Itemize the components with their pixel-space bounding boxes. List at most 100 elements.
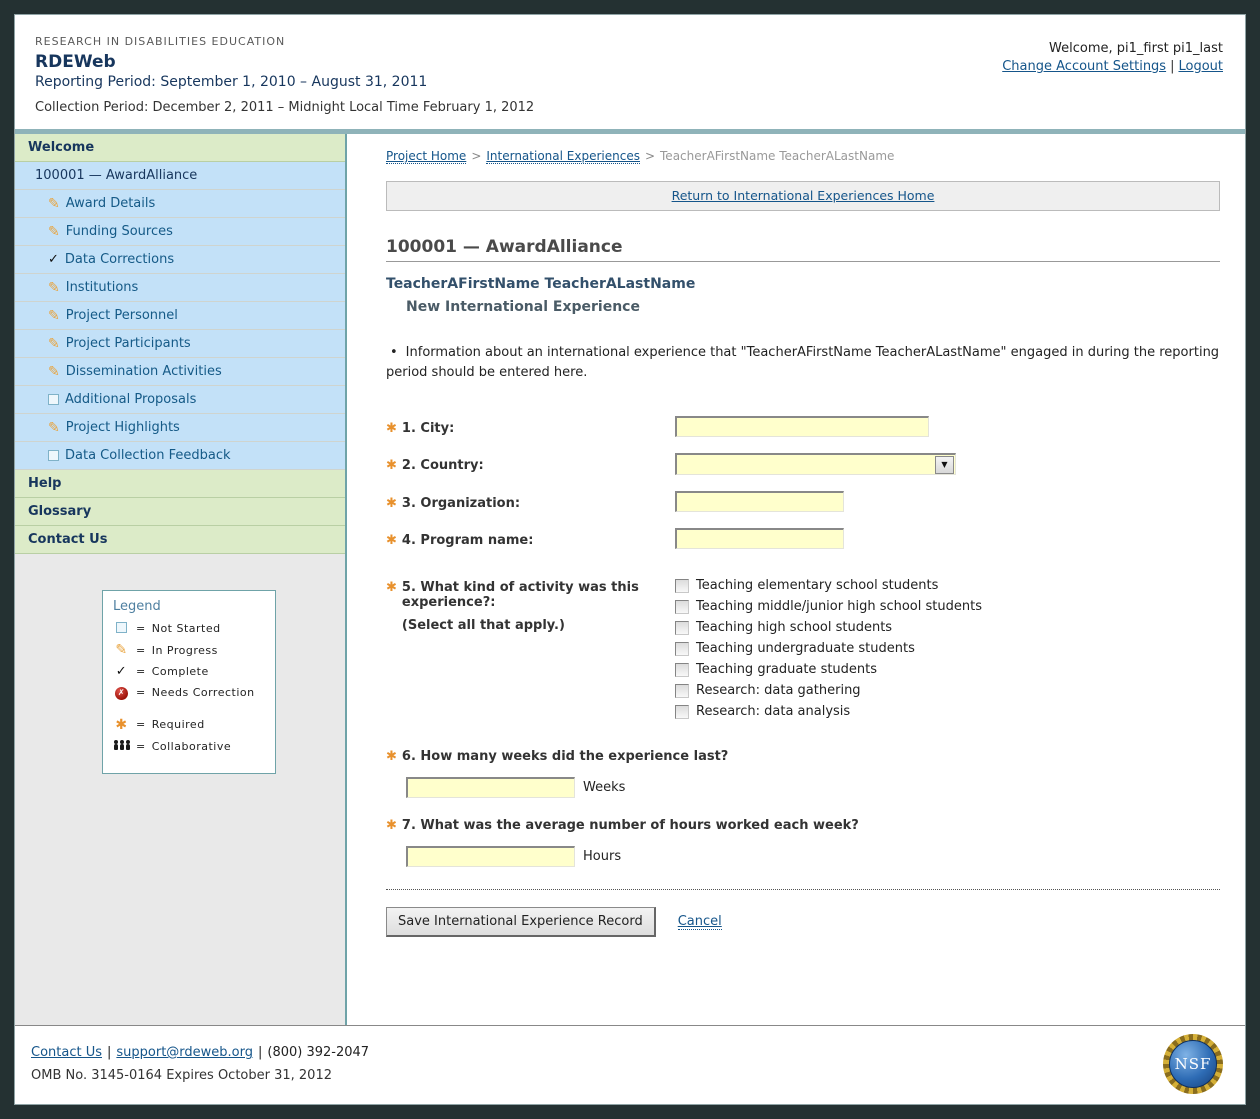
sidebar-item-award-details[interactable]: ✎ Award Details xyxy=(15,190,345,218)
activity-checkbox[interactable] xyxy=(675,599,689,614)
activity-checkbox[interactable] xyxy=(675,683,689,698)
legend-item-required: ✱ = Required xyxy=(113,718,265,732)
footer-separator: | xyxy=(107,1045,112,1060)
teacher-name: TeacherAFirstName TeacherALastName xyxy=(386,276,696,292)
weeks-input[interactable] xyxy=(406,777,575,798)
activity-option: Teaching middle/junior high school stude… xyxy=(675,599,982,614)
required-icon: ✱ xyxy=(386,458,397,473)
footer-contact-us-link[interactable]: Contact Us xyxy=(31,1045,102,1060)
collection-period: Collection Period: December 2, 2011 – Mi… xyxy=(35,100,535,115)
activity-checkbox[interactable] xyxy=(675,578,689,593)
country-select[interactable]: ▼ xyxy=(675,453,956,475)
pencil-icon: ✎ xyxy=(48,223,60,240)
welcome-user: Welcome, pi1_first pi1_last xyxy=(1049,41,1223,56)
weeks-label: ✱ 6. How many weeks did the experience la… xyxy=(386,749,729,764)
breadcrumb-separator: > xyxy=(471,149,482,163)
form-divider xyxy=(386,889,1220,890)
breadcrumb-international-experiences[interactable]: International Experiences xyxy=(486,149,640,164)
required-icon: ✱ xyxy=(115,716,128,733)
sidebar-item-project-personnel[interactable]: ✎ Project Personnel xyxy=(15,302,345,330)
legend-item-complete: ✓ = Complete xyxy=(113,665,265,678)
equals-sign: = xyxy=(136,739,146,753)
window-frame: RESEARCH IN DISABILITIES EDUCATION RDEWe… xyxy=(0,0,1260,1119)
form-row-city: ✱ 1. City: xyxy=(386,416,1220,437)
hours-input-row: Hours xyxy=(406,846,1220,867)
footer-email-link[interactable]: support@rdeweb.org xyxy=(116,1045,253,1060)
activity-options: Teaching elementary school students Teac… xyxy=(675,575,982,719)
breadcrumb: Project Home > International Experiences > T… xyxy=(386,149,1220,164)
sidebar-item-contact-us[interactable]: Contact Us xyxy=(15,526,345,554)
sidebar-item-institutions[interactable]: ✎ Institutions xyxy=(15,274,345,302)
activity-option: Research: data gathering xyxy=(675,683,982,698)
sidebar-item-funding-sources[interactable]: ✎ Funding Sources xyxy=(15,218,345,246)
needs-correction-icon: ✗ xyxy=(115,686,128,700)
save-button[interactable]: Save International Experience Record xyxy=(386,907,656,937)
activity-checkbox[interactable] xyxy=(675,662,689,677)
app-title: RDEWeb xyxy=(35,52,116,72)
change-account-settings-link[interactable]: Change Account Settings xyxy=(1002,59,1166,74)
sidebar-item-data-corrections[interactable]: ✓ Data Corrections xyxy=(15,246,345,274)
legend-item-collaborative: = Collaborative xyxy=(113,740,265,753)
sidebar: Welcome 100001 — AwardAlliance ✎ Award D… xyxy=(15,134,347,1025)
country-label: ✱ 2. Country: xyxy=(386,458,484,473)
check-icon: ✓ xyxy=(48,252,59,267)
city-input[interactable] xyxy=(675,416,929,437)
city-label: ✱ 1. City: xyxy=(386,421,455,436)
sidebar-item-project-participants[interactable]: ✎ Project Participants xyxy=(15,330,345,358)
reporting-period: Reporting Period: September 1, 2010 – Au… xyxy=(35,74,428,90)
organization-label: ✱ 3. Organization: xyxy=(386,496,521,511)
footer-phone: (800) 392-2047 xyxy=(267,1045,370,1060)
required-icon: ✱ xyxy=(386,421,397,436)
activity-option: Teaching elementary school students xyxy=(675,578,982,593)
activity-checkbox[interactable] xyxy=(675,641,689,656)
legend-item-needs-correction: ✗ = Needs Correction xyxy=(113,686,265,700)
form-subtitle: New International Experience xyxy=(406,299,640,315)
info-text: • Information about an international expe… xyxy=(386,345,1220,380)
hours-label: ✱ 7. What was the average number of hours… xyxy=(386,818,859,833)
dropdown-arrow-icon[interactable]: ▼ xyxy=(935,455,954,474)
nsf-logo: NSF xyxy=(1163,1034,1223,1094)
pencil-icon: ✎ xyxy=(48,307,60,324)
sidebar-item-help[interactable]: Help xyxy=(15,470,345,498)
sidebar-item-data-collection-feedback[interactable]: Data Collection Feedback xyxy=(15,442,345,470)
cancel-link[interactable]: Cancel xyxy=(677,914,722,930)
activity-option: Research: data analysis xyxy=(675,704,982,719)
footer-omb: OMB No. 3145-0164 Expires October 31, 20… xyxy=(31,1068,332,1083)
sidebar-item-welcome[interactable]: Welcome xyxy=(15,134,345,162)
legend-item-not-started: = Not Started xyxy=(113,622,265,635)
activity-checkbox[interactable] xyxy=(675,704,689,719)
organization-input[interactable] xyxy=(675,491,844,512)
sidebar-item-dissemination-activities[interactable]: ✎ Dissemination Activities xyxy=(15,358,345,386)
nsf-globe-icon: NSF xyxy=(1169,1040,1217,1088)
pencil-icon: ✎ xyxy=(48,279,60,296)
equals-sign: = xyxy=(136,665,146,678)
sidebar-item-additional-proposals[interactable]: Additional Proposals xyxy=(15,386,345,414)
question-hours: ✱ 7. What was the average number of hours… xyxy=(386,818,1220,867)
program-name-label: ✱ 4. Program name: xyxy=(386,533,534,548)
breadcrumb-separator: > xyxy=(644,149,656,163)
footer: Contact Us | support@rdeweb.org | (800) 392-… xyxy=(15,1026,1245,1104)
page-title: 100001 — AwardAlliance xyxy=(386,237,623,257)
required-icon: ✱ xyxy=(386,533,397,548)
weeks-input-row: Weeks xyxy=(406,777,1220,798)
breadcrumb-current: TeacherAFirstName TeacherALastName xyxy=(660,149,895,163)
return-link[interactable]: Return to International Experiences Home xyxy=(672,188,935,203)
program-name-input[interactable] xyxy=(675,528,844,549)
sidebar-item-glossary[interactable]: Glossary xyxy=(15,498,345,526)
question-weeks: ✱ 6. How many weeks did the experience la… xyxy=(386,749,1220,798)
footer-contact-line: Contact Us | support@rdeweb.org | (800) 392-… xyxy=(31,1045,369,1060)
activity-checkbox[interactable] xyxy=(675,620,689,635)
breadcrumb-project-home[interactable]: Project Home xyxy=(386,149,467,164)
form-row-program-name: ✱ 4. Program name: xyxy=(386,528,1220,549)
equals-sign: = xyxy=(136,686,146,700)
hours-input[interactable] xyxy=(406,846,575,867)
legend-title: Legend xyxy=(113,599,161,614)
collaborative-icon xyxy=(113,740,130,750)
equals-sign: = xyxy=(136,622,146,635)
sidebar-item-project-highlights[interactable]: ✎ Project Highlights xyxy=(15,414,345,442)
equals-sign: = xyxy=(136,718,146,731)
activity-hint: (Select all that apply.) xyxy=(401,618,565,633)
logout-link[interactable]: Logout xyxy=(1178,59,1223,74)
not-started-icon xyxy=(48,450,59,461)
sidebar-item-award[interactable]: 100001 — AwardAlliance xyxy=(15,162,345,190)
